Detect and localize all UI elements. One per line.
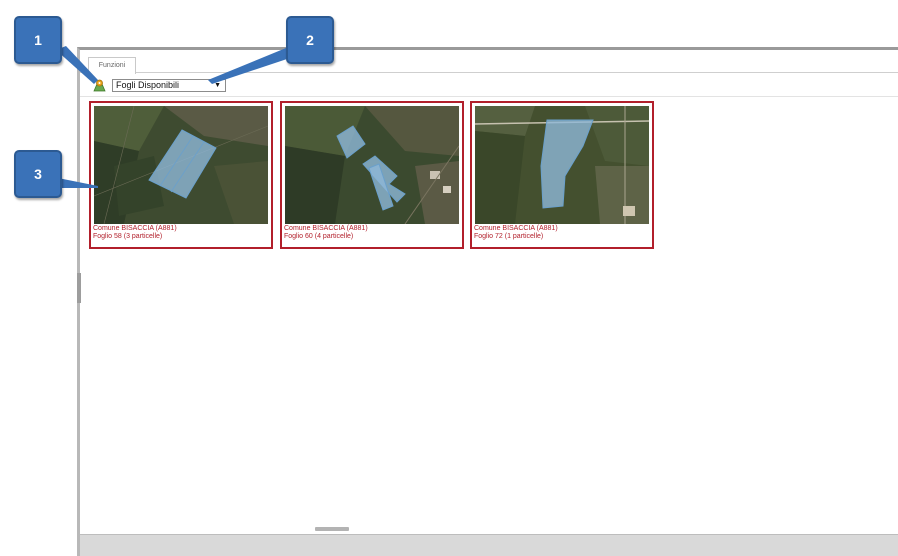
- callout-badge-3: 3: [14, 150, 62, 198]
- foglio-label: Foglio 72 (1 particelle): [474, 233, 544, 240]
- foglio-label: Foglio 60 (4 particelle): [284, 233, 354, 240]
- tab-funzioni[interactable]: Funzioni: [88, 57, 136, 74]
- left-resize-handle[interactable]: [77, 273, 81, 303]
- toolbar: Fogli Disponibili ▼: [80, 74, 898, 97]
- aerial-map-image: [285, 106, 459, 224]
- aerial-map-image: [475, 106, 649, 224]
- map-pin-icon[interactable]: [93, 79, 106, 92]
- fogli-select-value: Fogli Disponibili: [116, 80, 180, 90]
- aerial-map-image: [94, 106, 268, 224]
- comune-label: Comune BISACCIA (A881): [474, 225, 558, 232]
- comune-label: Comune BISACCIA (A881): [284, 225, 368, 232]
- foglio-thumbnail-2[interactable]: Comune BISACCIA (A881) Foglio 60 (4 part…: [280, 101, 464, 249]
- fogli-select[interactable]: Fogli Disponibili ▼: [112, 79, 226, 92]
- bottom-resize-handle[interactable]: [315, 527, 349, 531]
- page: Funzioni Fogli Disponibili ▼ Comune BISA…: [0, 0, 898, 556]
- status-bar: [80, 534, 898, 556]
- foglio-label: Foglio 58 (3 particelle): [93, 233, 163, 240]
- foglio-thumbnail-3[interactable]: Comune BISACCIA (A881) Foglio 72 (1 part…: [470, 101, 654, 249]
- callout-badge-1: 1: [14, 16, 62, 64]
- comune-label: Comune BISACCIA (A881): [93, 225, 177, 232]
- tab-strip: Funzioni: [80, 50, 898, 74]
- foglio-thumbnail-1[interactable]: Comune BISACCIA (A881) Foglio 58 (3 part…: [89, 101, 273, 249]
- dropdown-arrow-icon: ▼: [214, 82, 221, 89]
- callout-badge-2: 2: [286, 16, 334, 64]
